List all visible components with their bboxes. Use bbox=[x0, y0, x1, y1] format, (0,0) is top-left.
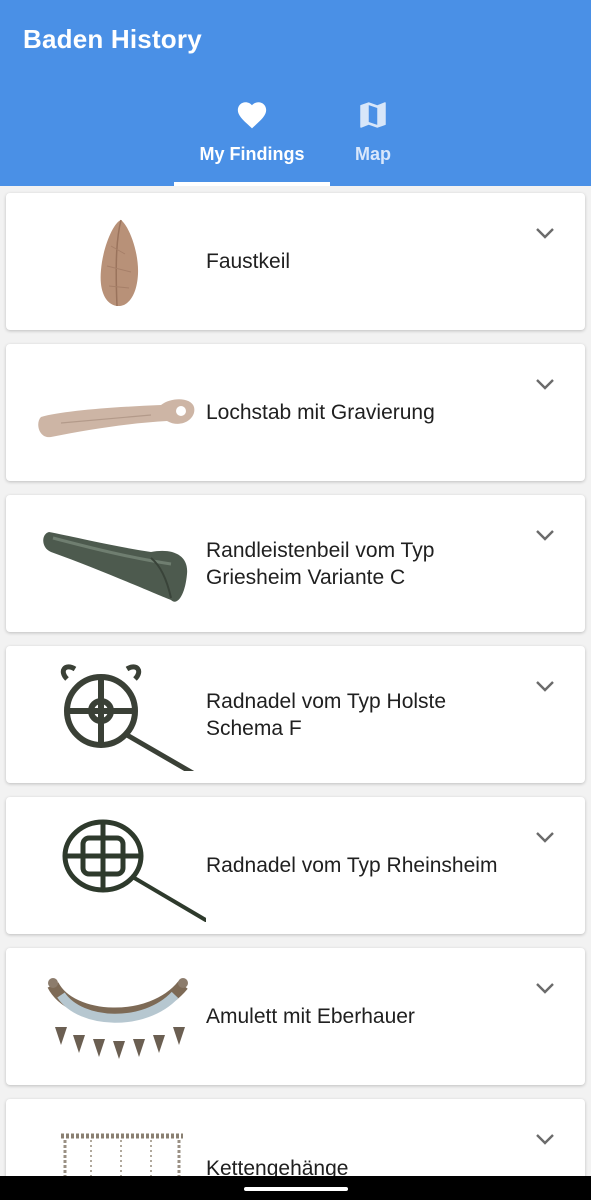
finding-title: Lochstab mit Gravierung bbox=[206, 401, 435, 424]
hand-axe-image bbox=[100, 219, 139, 307]
app-title: Baden History bbox=[23, 24, 202, 54]
finding-card[interactable]: Lochstab mit Gravierung bbox=[6, 344, 585, 481]
home-gesture-handle[interactable] bbox=[244, 1187, 348, 1191]
boar-tusk-amulet-image bbox=[47, 978, 188, 1059]
app-bar: Baden History My Findings Map bbox=[0, 0, 591, 186]
finding-title: Amulett mit Eberhauer bbox=[206, 1005, 415, 1028]
finding-card[interactable]: Faustkeil bbox=[6, 193, 585, 330]
chevron-down-icon[interactable] bbox=[535, 377, 555, 391]
finding-card[interactable]: Radnadel vom Typ Holste Schema F bbox=[6, 646, 585, 783]
chevron-down-icon[interactable] bbox=[535, 981, 555, 995]
finding-title: Faustkeil bbox=[206, 250, 291, 273]
chain-pendant-image bbox=[61, 1133, 183, 1176]
perforated-baton-image bbox=[38, 399, 195, 438]
finding-card[interactable]: Kettengehänge bbox=[6, 1099, 585, 1176]
wheel-pin-image bbox=[60, 664, 195, 771]
finding-card[interactable]: Radnadel vom Typ Rheinsheim bbox=[6, 797, 585, 934]
chevron-down-icon[interactable] bbox=[535, 1132, 555, 1146]
tab-my-findings[interactable]: My Findings bbox=[174, 92, 330, 186]
finding-title: Radnadel vom Typ Holste Schema F bbox=[206, 689, 447, 740]
finding-title: Randleistenbeil vom Typ Griesheim Varian… bbox=[206, 538, 435, 589]
tab-bar: My Findings Map bbox=[0, 92, 591, 186]
flanged-axe-image bbox=[43, 532, 188, 602]
chevron-down-icon[interactable] bbox=[535, 528, 555, 542]
map-icon bbox=[360, 102, 386, 128]
finding-title: Radnadel vom Typ Rheinsheim bbox=[206, 854, 498, 877]
findings-list[interactable]: Faustkeil Lochstab mit Gravierung Randle… bbox=[0, 186, 591, 1176]
finding-title: Kettengehänge bbox=[206, 1157, 349, 1176]
tab-label: Map bbox=[355, 144, 391, 164]
finding-card[interactable]: Amulett mit Eberhauer bbox=[6, 948, 585, 1085]
chevron-down-icon[interactable] bbox=[535, 226, 555, 240]
heart-icon bbox=[237, 102, 267, 129]
tab-label: My Findings bbox=[199, 144, 305, 164]
chevron-down-icon[interactable] bbox=[535, 679, 555, 693]
finding-card[interactable]: Randleistenbeil vom Typ Griesheim Varian… bbox=[6, 495, 585, 632]
chevron-down-icon[interactable] bbox=[535, 830, 555, 844]
tab-map[interactable]: Map bbox=[340, 92, 406, 186]
wheel-pin-rheinsheim-image bbox=[62, 819, 206, 922]
system-navigation-bar bbox=[0, 1176, 591, 1200]
